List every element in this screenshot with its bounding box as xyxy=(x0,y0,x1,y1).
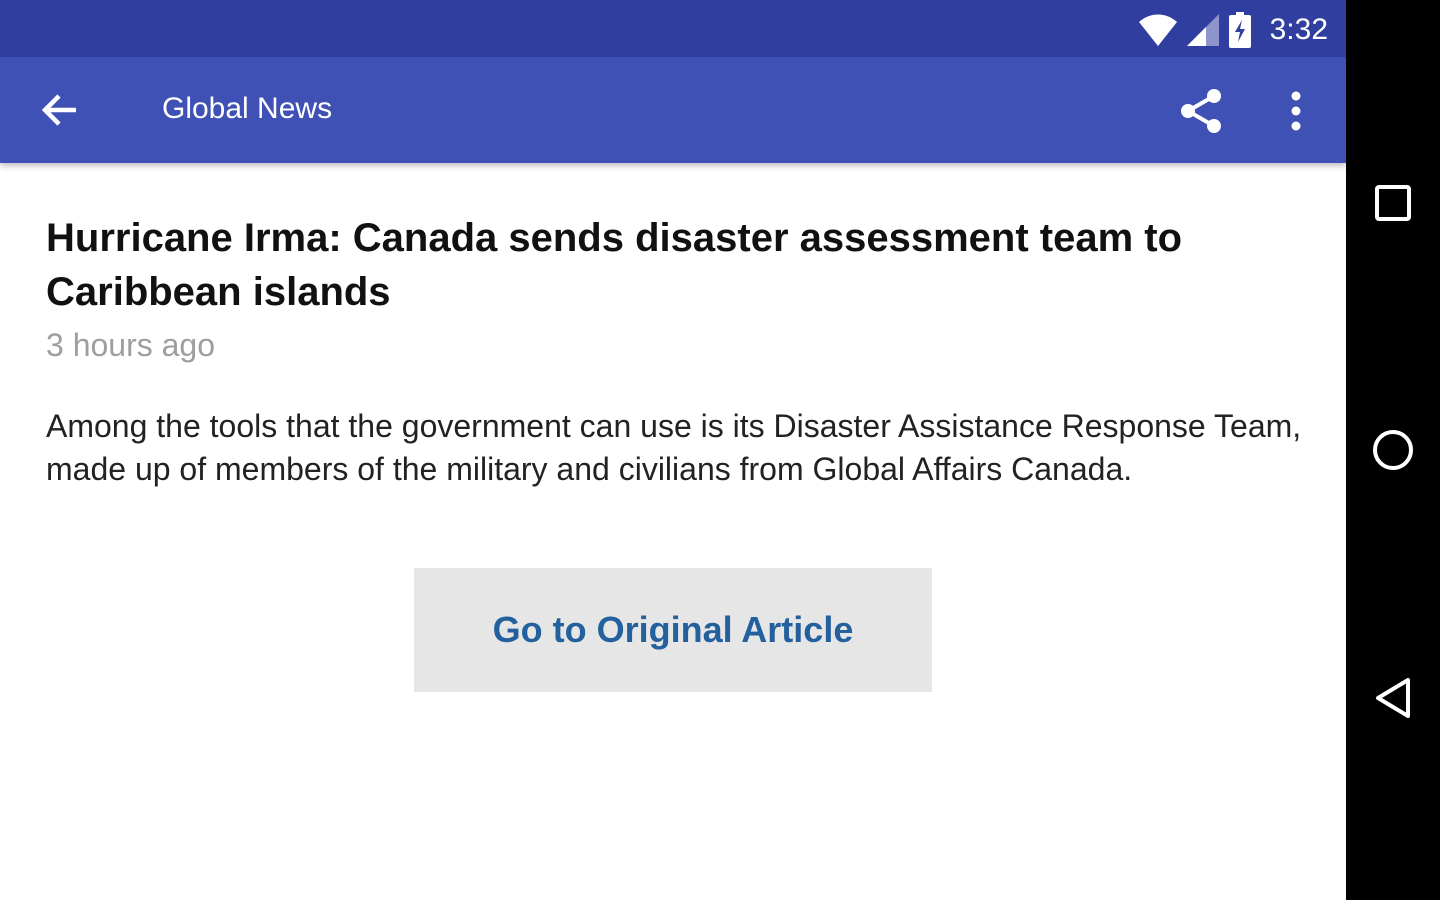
article-timestamp: 3 hours ago xyxy=(46,327,216,363)
home-button[interactable] xyxy=(1346,410,1440,490)
recents-button[interactable] xyxy=(1346,163,1440,243)
article-headline: Hurricane Irma: Canada sends disaster as… xyxy=(46,216,1183,314)
app-title: Global News xyxy=(162,92,333,125)
recents-square-icon xyxy=(1375,185,1411,221)
status-bar: 3:32 xyxy=(0,0,1346,57)
cell-signal-icon xyxy=(1186,14,1219,46)
article-content: Hurricane Irma: Canada sends disaster as… xyxy=(46,163,1316,491)
share-button[interactable] xyxy=(1170,83,1232,139)
more-vert-icon xyxy=(1291,91,1301,131)
article-summary: Among the tools that the government can … xyxy=(46,408,1302,487)
more-options-button[interactable] xyxy=(1268,83,1324,139)
app-screen: 3:32 Global News Hurricane Irma: Canada … xyxy=(0,0,1346,900)
status-icons: 3:32 xyxy=(1138,10,1328,50)
share-icon xyxy=(1181,89,1221,133)
app-toolbar: Global News xyxy=(0,57,1346,163)
system-nav-bar xyxy=(1346,0,1440,900)
status-time: 3:32 xyxy=(1269,13,1328,46)
back-button[interactable] xyxy=(30,82,90,138)
battery-charging-icon xyxy=(1228,12,1251,48)
arrow-back-icon xyxy=(41,94,76,126)
back-triangle-icon xyxy=(1376,678,1410,718)
go-to-original-article-button[interactable]: Go to Original Article xyxy=(414,568,932,692)
wifi-icon xyxy=(1138,14,1177,46)
nav-back-button[interactable] xyxy=(1346,658,1440,738)
home-circle-icon xyxy=(1373,430,1413,470)
